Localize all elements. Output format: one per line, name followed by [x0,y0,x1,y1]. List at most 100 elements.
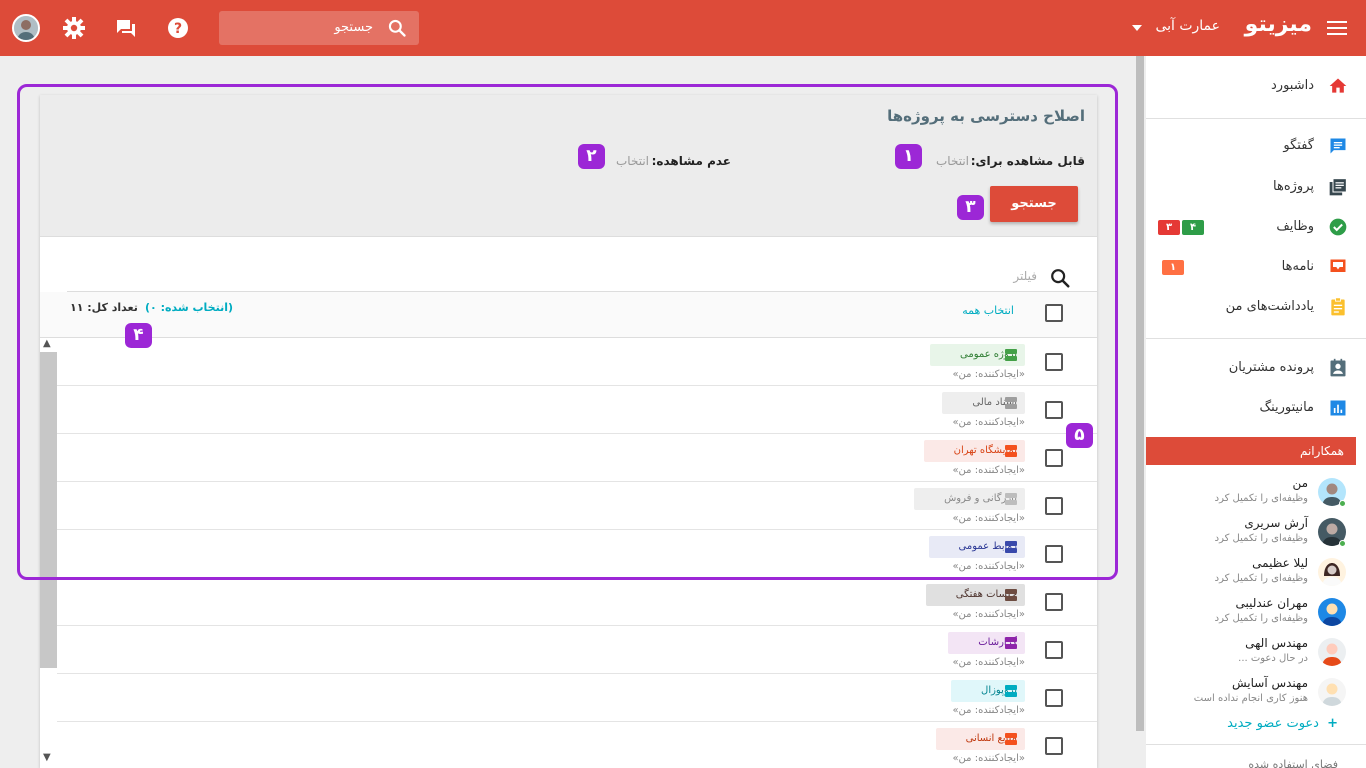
online-indicator [1339,540,1346,547]
sidebar-item-chat[interactable]: گفتگو [1146,126,1366,166]
project-row[interactable]: گزارشات «ایجادکننده: من» [57,626,1097,674]
total-count: تعداد کل: ۱۱ [70,301,138,314]
project-row[interactable]: روابط عمومی «ایجادکننده: من» [57,530,1097,578]
chevron-down-icon[interactable] [1132,25,1142,31]
sidebar-item-label: یادداشت‌های من [1225,299,1314,314]
scrollbar-thumb[interactable] [40,352,57,668]
check-circle-icon [1329,218,1347,236]
sidebar-item-letters[interactable]: نامه‌ها ۱ [1146,247,1366,287]
project-stack-icon [1005,397,1017,409]
colleague-item[interactable]: مهندس الهی در حال دعوت ... [1146,634,1366,674]
avatar [1318,638,1346,666]
colleague-status: هنوز کاری انجام نداده است [1193,693,1308,704]
list-scrollbar[interactable]: ▲ ▼ [40,338,57,768]
project-checkbox[interactable] [1045,353,1063,371]
project-checkbox[interactable] [1045,737,1063,755]
sidebar-item-dashboard[interactable]: داشبورد [1146,66,1366,106]
project-checkbox[interactable] [1045,545,1063,563]
project-tag[interactable]: بازرگانی و فروش [914,488,1025,510]
project-stack-icon [1005,637,1017,649]
user-avatar[interactable] [12,14,40,42]
chevron-up-icon[interactable]: ▲ [43,338,51,349]
colleague-status: در حال دعوت ... [1238,653,1308,664]
colleague-item[interactable]: مهندس آسایش هنوز کاری انجام نداده است [1146,674,1366,714]
not-visible-select[interactable]: انتخاب [616,154,649,168]
project-row[interactable]: پروپوزال «ایجادکننده: من» [57,674,1097,722]
project-row[interactable]: پروژه عمومی «ایجادکننده: من» [57,338,1097,386]
colleague-name: من [1292,476,1308,490]
brand-logo[interactable]: میزیتو [1245,12,1312,37]
chevron-down-icon[interactable]: ▼ [43,752,51,763]
sidebar-item-customers[interactable]: پرونده مشتریان [1146,348,1366,388]
project-checkbox[interactable] [1045,641,1063,659]
svg-text:?: ? [174,21,182,37]
sidebar-item-label: پروژه‌ها [1273,179,1314,194]
organization-selector[interactable]: عمارت آبی [1155,18,1220,34]
sidebar-item-projects[interactable]: پروژه‌ها [1146,167,1366,207]
project-tag[interactable]: منابع انسانی [935,728,1025,750]
divider [1146,338,1366,339]
project-checkbox[interactable] [1045,401,1063,419]
project-tag[interactable]: جلسات هفتگی [925,584,1025,606]
colleague-item[interactable]: من وظیفه‌ای را تکمیل کرد [1146,474,1366,514]
project-checkbox[interactable] [1045,449,1063,467]
letters-badge: ۱ [1162,260,1184,275]
messages-icon[interactable] [114,16,138,40]
colleague-status: وظیفه‌ای را تکمیل کرد [1214,573,1308,584]
project-tag[interactable]: اسناد مالی [942,392,1025,414]
sidebar-item-notes[interactable]: یادداشت‌های من [1146,287,1366,327]
colleague-item[interactable]: مهران عندلیبی وظیفه‌ای را تکمیل کرد [1146,594,1366,634]
search-placeholder: جستجو [334,20,373,35]
global-search-input[interactable]: جستجو [219,11,419,45]
project-stack-icon [1005,493,1017,505]
project-row[interactable]: اسناد مالی «ایجادکننده: من» [57,386,1097,434]
select-all-label[interactable]: انتخاب همه [962,304,1014,317]
project-checkbox[interactable] [1045,497,1063,515]
annotation-badge: ۵ [1066,423,1093,448]
project-checkbox[interactable] [1045,593,1063,611]
sidebar-item-label: داشبورد [1271,78,1314,93]
project-row[interactable]: نمایشگاه تهران «ایجادکننده: من» [57,434,1097,482]
colleague-item[interactable]: آرش سریری وظیفه‌ای را تکمیل کرد [1146,514,1366,554]
help-icon[interactable]: ? [166,16,190,40]
project-tag[interactable]: پروژه عمومی [930,344,1025,366]
project-creator: «ایجادکننده: من» [952,369,1025,380]
project-tag[interactable]: پروپوزال [951,680,1025,702]
project-tag[interactable]: روابط عمومی [928,536,1025,558]
search-button[interactable]: جستجو [990,186,1078,222]
online-indicator [1339,500,1346,507]
invite-member-link[interactable]: + دعوت عضو جدید [1227,716,1338,731]
annotation-badge: ۱ [895,144,922,169]
divider [1146,118,1366,119]
sidebar-item-monitoring[interactable]: مانیتورینگ [1146,388,1366,428]
project-access-card: اصلاح دسترسی به پروژه‌ها قابل مشاهده برا… [40,95,1097,768]
search-icon[interactable] [1049,267,1071,289]
project-tag[interactable]: نمایشگاه تهران [923,440,1025,462]
project-row[interactable]: جلسات هفتگی «ایجادکننده: من» [57,578,1097,626]
menu-icon[interactable] [1326,17,1348,39]
project-row[interactable]: بازرگانی و فروش «ایجادکننده: من» [57,482,1097,530]
filter-input[interactable]: فیلتر [1013,269,1037,283]
sidebar-scrollbar[interactable] [1136,56,1144,731]
note-icon [1331,297,1345,316]
annotation-badge: ۳ [957,195,984,220]
visible-for-label: قابل مشاهده برای: [970,154,1085,168]
project-checkbox[interactable] [1045,689,1063,707]
colleague-status: وظیفه‌ای را تکمیل کرد [1214,533,1308,544]
projects-icon [1329,178,1347,196]
project-tag[interactable]: گزارشات [948,632,1025,654]
visible-for-select[interactable]: انتخاب [936,154,969,168]
not-visible-label: عدم مشاهده: [651,154,731,168]
project-row[interactable]: منابع انسانی «ایجادکننده: من» [57,722,1097,768]
home-icon [1329,78,1347,93]
inbox-icon [1330,259,1346,272]
colleague-name: مهندس آسایش [1231,676,1308,690]
chat-icon [1330,138,1346,154]
sidebar-item-tasks[interactable]: وظایف ۴ ۳ [1146,207,1366,247]
colleague-item[interactable]: لیلا عظیمی وظیفه‌ای را تکمیل کرد [1146,554,1366,594]
contact-card-icon [1330,358,1346,377]
invite-member-label: دعوت عضو جدید [1227,716,1319,731]
page-title: اصلاح دسترسی به پروژه‌ها [887,107,1085,125]
select-all-checkbox[interactable] [1045,304,1063,322]
settings-gear-icon[interactable] [62,16,86,40]
